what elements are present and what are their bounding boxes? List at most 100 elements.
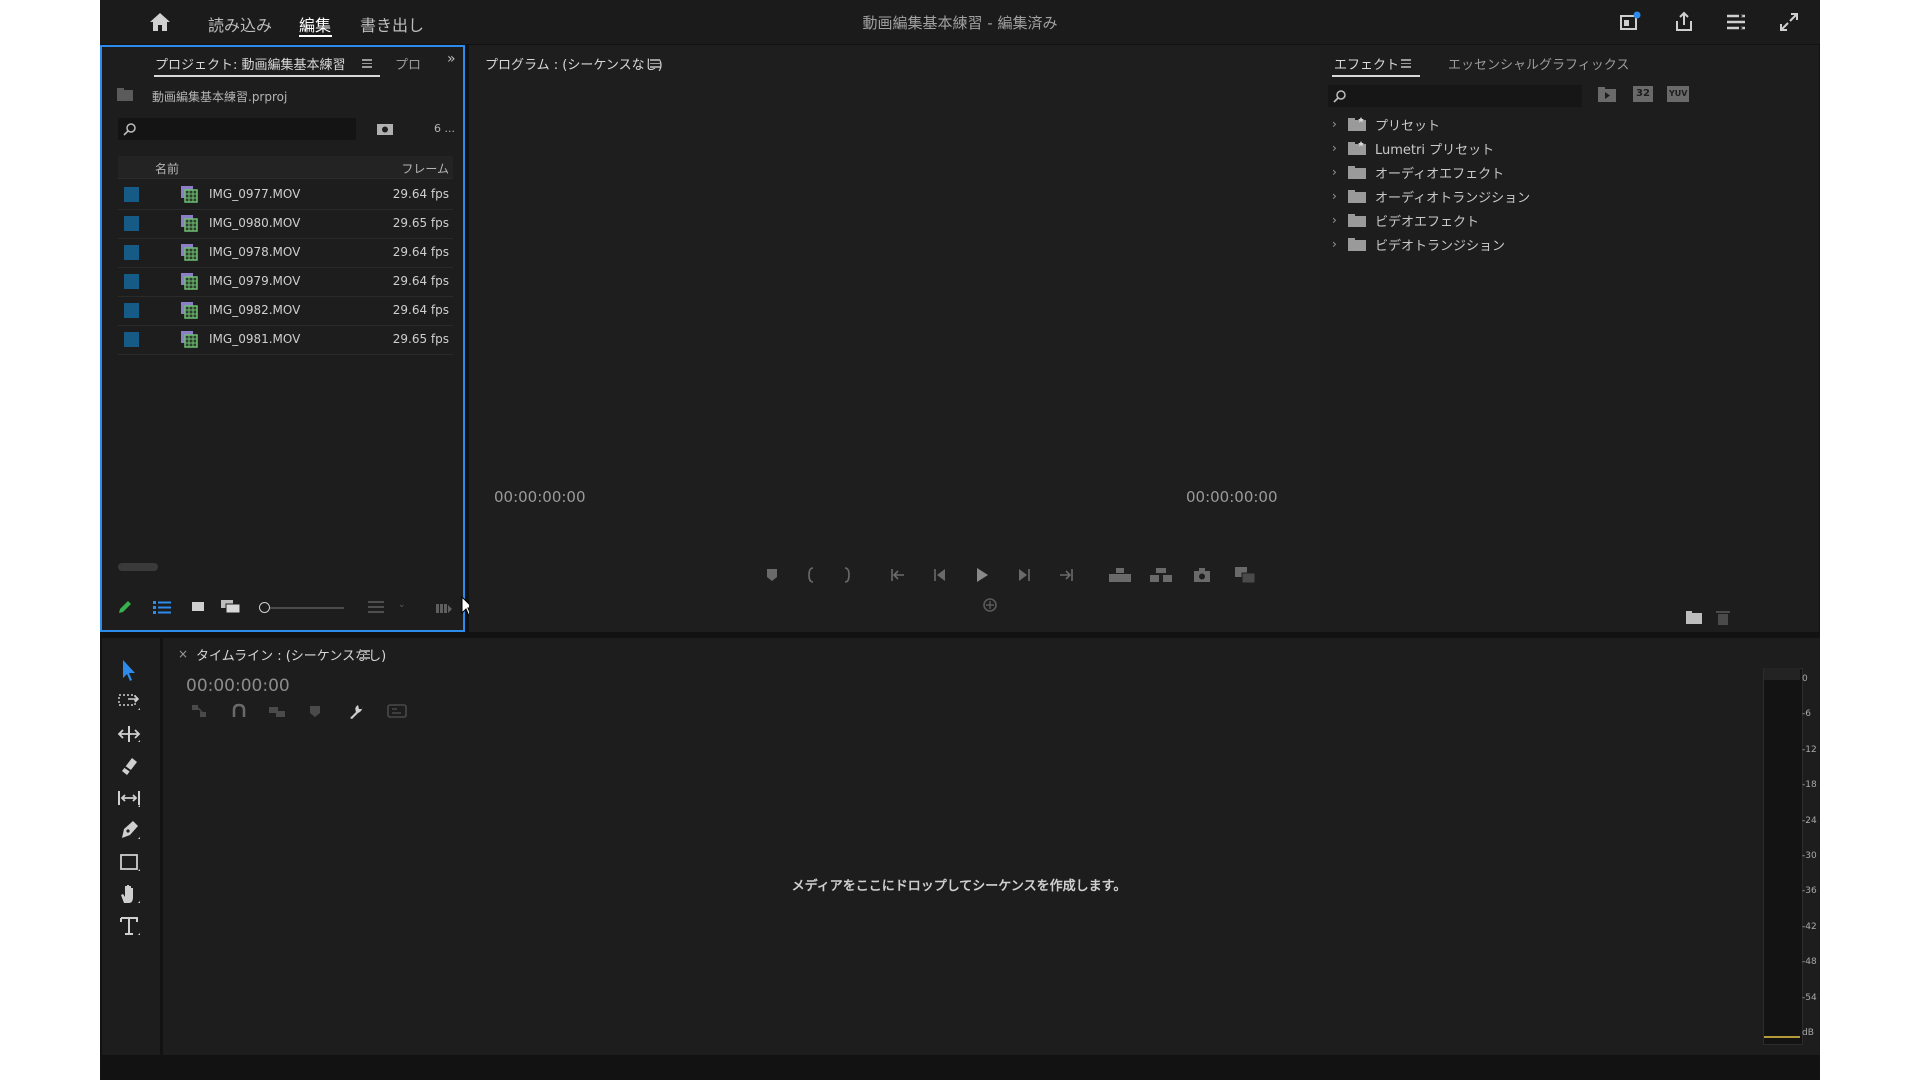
label-color-swatch[interactable]: [124, 303, 139, 318]
insert-sequence-as-nest-icon[interactable]: [190, 703, 208, 719]
automate-to-sequence-icon[interactable]: [436, 601, 452, 613]
search-input[interactable]: [118, 118, 356, 140]
pen-tool-icon[interactable]: [116, 817, 142, 843]
folder-icon: [1348, 238, 1366, 251]
pencil-icon[interactable]: [117, 599, 133, 615]
sort-icons-icon[interactable]: [368, 601, 384, 613]
effects-item-video-transitions[interactable]: › ビデオトランジション: [1326, 232, 1806, 256]
tab-effects-underline: [1332, 75, 1420, 77]
panel-menu-icon[interactable]: [362, 59, 372, 68]
track-select-tool-icon[interactable]: [116, 689, 142, 715]
timeline-title[interactable]: タイムライン : (シーケンスなし): [196, 645, 386, 664]
effects-item-audio-effects[interactable]: › オーディオエフェクト: [1326, 160, 1806, 184]
project-item-row[interactable]: IMG_0978.MOV 29.64 fps: [118, 239, 453, 268]
razor-tool-icon[interactable]: [116, 753, 142, 779]
trash-icon[interactable]: [1716, 610, 1730, 625]
new-search-bin-icon[interactable]: [376, 122, 394, 136]
rectangle-tool-icon[interactable]: [116, 849, 142, 875]
timeline-menu-icon[interactable]: [360, 650, 370, 659]
clip-name: IMG_0978.MOV: [209, 245, 301, 259]
freeform-view-icon[interactable]: [221, 600, 243, 614]
snap-icon[interactable]: [231, 703, 247, 719]
lift-icon[interactable]: [1108, 566, 1132, 584]
panel-overflow-icon[interactable]: »: [447, 51, 456, 67]
tab-project-2[interactable]: プロ: [395, 54, 421, 73]
captions-icon[interactable]: [387, 704, 407, 718]
ripple-edit-tool-icon[interactable]: [116, 721, 142, 747]
horizontal-scrollbar[interactable]: [118, 563, 158, 571]
list-view-icon[interactable]: [153, 600, 171, 614]
selection-tool-icon[interactable]: [116, 657, 142, 683]
close-icon[interactable]: ×: [178, 647, 188, 661]
chevron-right-icon[interactable]: ›: [1332, 117, 1337, 131]
go-to-out-icon[interactable]: [1057, 566, 1075, 584]
column-frame-header[interactable]: フレーム: [401, 160, 449, 177]
audio-meter-scale-label: -24: [1802, 815, 1817, 826]
chevron-right-icon[interactable]: ›: [1332, 165, 1337, 179]
fullscreen-icon[interactable]: [1777, 10, 1801, 34]
yuv-effects-icon[interactable]: YUV: [1667, 86, 1689, 102]
slip-tool-icon[interactable]: [116, 785, 142, 811]
play-icon[interactable]: [973, 566, 991, 584]
timecode-in[interactable]: 00:00:00:00: [494, 488, 586, 506]
linked-selection-icon[interactable]: [268, 703, 286, 719]
sort-dropdown-icon[interactable]: ⌄: [398, 600, 406, 610]
effects-item-video-effects[interactable]: › ビデオエフェクト: [1326, 208, 1806, 232]
program-panel-menu-icon[interactable]: [650, 59, 660, 68]
column-name-header[interactable]: 名前: [155, 160, 179, 177]
quick-export-panel-icon[interactable]: [1618, 10, 1642, 34]
mark-in-icon[interactable]: [802, 566, 820, 584]
32bit-effects-icon[interactable]: 32: [1633, 86, 1653, 102]
video-clip-icon: [181, 331, 198, 348]
zoom-slider[interactable]: [262, 607, 344, 609]
comparison-view-icon[interactable]: [1234, 566, 1256, 584]
project-item-row[interactable]: IMG_0979.MOV 29.64 fps: [118, 268, 453, 297]
label-color-swatch[interactable]: [124, 245, 139, 260]
label-color-swatch[interactable]: [124, 187, 139, 202]
step-forward-icon[interactable]: [1015, 566, 1033, 584]
go-to-in-icon[interactable]: [889, 566, 907, 584]
chevron-right-icon[interactable]: ›: [1332, 189, 1337, 203]
effects-menu-icon[interactable]: [1401, 59, 1411, 68]
export-frame-icon[interactable]: [1193, 566, 1211, 584]
project-item-row[interactable]: IMG_0977.MOV 29.64 fps: [118, 181, 453, 210]
tab-effects[interactable]: エフェクト: [1334, 54, 1399, 73]
share-icon[interactable]: [1672, 10, 1696, 34]
top-bar: 読み込み 編集 書き出し 動画編集基本練習 - 編集済み: [100, 0, 1820, 44]
step-back-icon[interactable]: [931, 566, 949, 584]
icon-view-icon[interactable]: [191, 601, 205, 613]
chevron-right-icon[interactable]: ›: [1332, 141, 1337, 155]
wrench-icon[interactable]: [346, 703, 364, 720]
effects-item-audio-transitions[interactable]: › オーディオトランジション: [1326, 184, 1806, 208]
audio-meter-scale-label: 0: [1802, 674, 1808, 684]
effects-item-presets[interactable]: › プリセット: [1326, 112, 1806, 136]
zoom-slider-handle[interactable]: [259, 602, 270, 613]
effects-search-input[interactable]: [1328, 85, 1582, 107]
chevron-right-icon[interactable]: ›: [1332, 213, 1337, 227]
chevron-right-icon[interactable]: ›: [1332, 237, 1337, 251]
effects-item-lumetri-presets[interactable]: › Lumetri プリセット: [1326, 136, 1806, 160]
label-color-swatch[interactable]: [124, 216, 139, 231]
type-tool-icon[interactable]: [116, 913, 142, 939]
effects-panel: エフェクト エッセンシャルグラフィックス 32 YUV › プリセット › Lu…: [1320, 45, 1819, 632]
project-item-row[interactable]: IMG_0980.MOV 29.65 fps: [118, 210, 453, 239]
timeline-timecode[interactable]: 00:00:00:00: [186, 676, 290, 696]
hand-tool-icon[interactable]: [116, 881, 142, 907]
project-item-row[interactable]: IMG_0981.MOV 29.65 fps: [118, 326, 453, 355]
tab-project[interactable]: プロジェクト: 動画編集基本練習: [155, 54, 346, 73]
tab-project-underline: [154, 75, 380, 77]
tab-essential-graphics[interactable]: エッセンシャルグラフィックス: [1448, 54, 1629, 73]
add-marker-icon[interactable]: [763, 566, 781, 584]
label-color-swatch[interactable]: [124, 332, 139, 347]
multicam-icon[interactable]: [981, 596, 999, 614]
extract-icon[interactable]: [1149, 566, 1173, 584]
workspaces-menu-icon[interactable]: [1724, 10, 1748, 34]
accelerated-effects-icon[interactable]: [1597, 86, 1617, 103]
program-monitor-title[interactable]: プログラム : (シーケンスなし): [485, 54, 663, 73]
mark-out-icon[interactable]: [838, 566, 856, 584]
label-color-swatch[interactable]: [124, 274, 139, 289]
new-custom-bin-icon[interactable]: [1686, 611, 1702, 624]
add-marker-icon[interactable]: [308, 703, 322, 719]
project-file-name: 動画編集基本練習.prproj: [152, 90, 288, 104]
project-item-row[interactable]: IMG_0982.MOV 29.64 fps: [118, 297, 453, 326]
